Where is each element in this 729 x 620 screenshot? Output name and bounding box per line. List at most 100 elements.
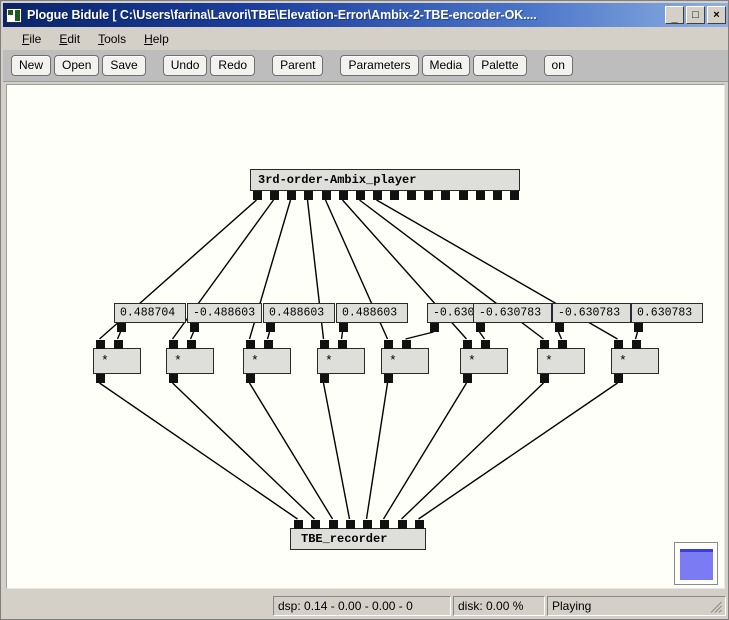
parameters-button[interactable]: Parameters	[340, 55, 419, 76]
number-box-5-output-port[interactable]	[430, 323, 439, 332]
number-box-7-output-port[interactable]	[555, 323, 564, 332]
number-box-3-output-port[interactable]	[266, 323, 275, 332]
multiply-node-7-label: *	[545, 353, 553, 369]
recorder-input-port-4[interactable]	[346, 520, 355, 529]
multiply-node-5-input-right[interactable]	[402, 340, 411, 349]
number-box-2-output-port[interactable]	[190, 323, 199, 332]
recorder-input-port-1[interactable]	[294, 520, 303, 529]
open-button[interactable]: Open	[54, 55, 100, 76]
multiply-node-3[interactable]: *	[243, 340, 291, 383]
number-box-8-output-port[interactable]	[634, 323, 643, 332]
application-window: Plogue Bidule [ C:\Users\farina\Lavori\T…	[0, 0, 729, 620]
player-output-port-2[interactable]	[270, 191, 279, 200]
new-button[interactable]: New	[11, 55, 52, 76]
player-output-port-10[interactable]	[407, 191, 416, 200]
recorder-input-port-2[interactable]	[311, 520, 320, 529]
multiply-node-6-input-left[interactable]	[463, 340, 472, 349]
redo-button[interactable]: Redo	[210, 55, 256, 76]
multiply-node-2-input-left[interactable]	[169, 340, 178, 349]
minimize-button[interactable]: _	[665, 6, 684, 24]
player-output-port-5[interactable]	[322, 191, 331, 200]
multiply-node-7-input-right[interactable]	[558, 340, 567, 349]
menu-help[interactable]: Help	[135, 30, 178, 48]
multiply-node-5[interactable]: *	[381, 340, 429, 383]
patch-canvas[interactable]: 3rd-order-Ambix_player 0.488704 -0.488603 0…	[6, 84, 725, 589]
close-button[interactable]: ×	[707, 6, 726, 24]
multiply-node-6-input-right[interactable]	[481, 340, 490, 349]
multiply-node-7[interactable]: *	[537, 340, 585, 383]
media-button[interactable]: Media	[421, 55, 471, 76]
recorder-input-port-5[interactable]	[363, 520, 372, 529]
node-tbe-recorder[interactable]: TBE_recorder	[290, 520, 426, 550]
player-output-port-4[interactable]	[304, 191, 313, 200]
number-box-2[interactable]: -0.488603	[187, 303, 262, 332]
multiply-node-3-label: *	[251, 353, 259, 369]
dsp-on-toggle[interactable]: on	[543, 55, 573, 76]
multiply-node-2-input-right[interactable]	[187, 340, 196, 349]
player-output-port-6[interactable]	[339, 191, 348, 200]
player-output-port-7[interactable]	[356, 191, 365, 200]
recorder-input-port-6[interactable]	[380, 520, 389, 529]
multiply-node-8[interactable]: *	[611, 340, 659, 383]
multiply-node-3-output-port[interactable]	[246, 374, 255, 383]
title-bar[interactable]: Plogue Bidule [ C:\Users\farina\Lavori\T…	[3, 3, 728, 27]
multiply-node-8-output-port[interactable]	[614, 374, 623, 383]
player-output-port-13[interactable]	[459, 191, 468, 200]
menu-file[interactable]: File	[13, 30, 50, 48]
player-output-port-12[interactable]	[441, 191, 450, 200]
multiply-node-7-output-port[interactable]	[540, 374, 549, 383]
multiply-node-4-input-left[interactable]	[320, 340, 329, 349]
multiply-node-3-input-right[interactable]	[264, 340, 273, 349]
menu-tools[interactable]: Tools	[89, 30, 135, 48]
maximize-button[interactable]: □	[686, 6, 705, 24]
multiply-node-6[interactable]: *	[460, 340, 508, 383]
multiply-node-3-input-left[interactable]	[246, 340, 255, 349]
blue-color-swatch[interactable]	[674, 542, 718, 585]
player-output-port-11[interactable]	[424, 191, 433, 200]
recorder-input-port-7[interactable]	[398, 520, 407, 529]
multiply-node-8-input-left[interactable]	[614, 340, 623, 349]
multiply-node-1[interactable]: *	[93, 340, 141, 383]
player-output-port-1[interactable]	[253, 191, 262, 200]
multiply-node-4[interactable]: *	[317, 340, 365, 383]
multiply-node-4-output-port[interactable]	[320, 374, 329, 383]
menu-edit[interactable]: Edit	[50, 30, 89, 48]
palette-button[interactable]: Palette	[473, 55, 527, 76]
multiply-node-5-output-port[interactable]	[384, 374, 393, 383]
parent-button[interactable]: Parent	[272, 55, 324, 76]
multiply-node-8-input-right[interactable]	[632, 340, 641, 349]
recorder-input-port-3[interactable]	[329, 520, 338, 529]
player-output-port-16[interactable]	[510, 191, 519, 200]
number-box-8[interactable]: 0.630783	[631, 303, 703, 332]
player-output-port-3[interactable]	[287, 191, 296, 200]
number-box-3[interactable]: 0.488603	[263, 303, 335, 332]
multiply-node-5-input-left[interactable]	[384, 340, 393, 349]
save-button[interactable]: Save	[102, 55, 146, 76]
recorder-input-port-8[interactable]	[415, 520, 424, 529]
number-box-1[interactable]: 0.488704	[114, 303, 186, 332]
undo-button[interactable]: Undo	[162, 55, 208, 76]
number-box-4-output-port[interactable]	[339, 323, 348, 332]
multiply-node-1-output-port[interactable]	[96, 374, 105, 383]
multiply-node-4-input-right[interactable]	[338, 340, 347, 349]
multiply-node-7-input-left[interactable]	[540, 340, 549, 349]
multiply-node-1-input-left[interactable]	[96, 340, 105, 349]
number-box-4[interactable]: 0.488603	[336, 303, 408, 332]
multiply-node-6-output-port[interactable]	[463, 374, 472, 383]
number-box-7[interactable]: -0.630783	[552, 303, 631, 332]
player-output-port-8[interactable]	[373, 191, 382, 200]
wire-multiply-5-to-recorder-5	[365, 382, 389, 520]
resize-grip-icon[interactable]	[709, 600, 723, 614]
player-output-port-14[interactable]	[476, 191, 485, 200]
node-ambix-player[interactable]: 3rd-order-Ambix_player	[250, 169, 520, 200]
number-box-1-output-port[interactable]	[117, 323, 126, 332]
number-box-6-output-port[interactable]	[476, 323, 485, 332]
multiply-node-2-output-port[interactable]	[169, 374, 178, 383]
multiply-node-1-input-right[interactable]	[114, 340, 123, 349]
player-output-port-15[interactable]	[493, 191, 502, 200]
player-output-port-9[interactable]	[390, 191, 399, 200]
number-box-1-value: 0.488704	[120, 306, 176, 320]
menu-edit-label: dit	[67, 32, 81, 46]
number-box-6[interactable]: -0.630783	[473, 303, 552, 332]
multiply-node-2[interactable]: *	[166, 340, 214, 383]
